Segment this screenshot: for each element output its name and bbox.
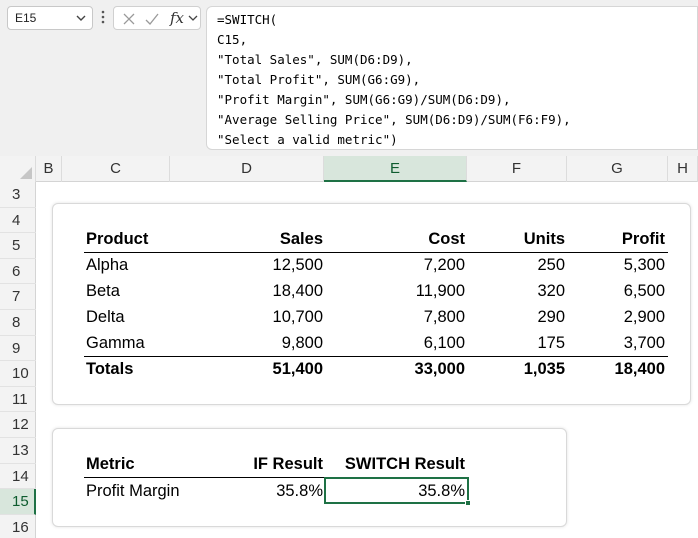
table-cell-cost: 6,100 — [423, 334, 465, 352]
table-cell-sales: 12,500 — [272, 256, 323, 274]
table-cell-profit: 3,700 — [623, 334, 665, 352]
formula-input[interactable]: =SWITCH( C15, "Total Sales", SUM(D6:D9), "T… — [206, 6, 698, 150]
row-header-6[interactable]: 6 — [0, 259, 36, 285]
table-cell-cost: 7,200 — [423, 256, 465, 274]
formula-text: =SWITCH( C15, "Total Sales", SUM(D6:D9), "T… — [217, 10, 571, 150]
if-result-value: 35.8% — [276, 482, 323, 500]
row-header-3[interactable]: 3 — [0, 182, 36, 208]
row-headers: 3 4 5 6 7 8 9 10 11 12 13 14 15 16 — [0, 182, 36, 538]
active-cell-e15[interactable] — [324, 477, 469, 504]
row-header-12[interactable]: 12 — [0, 412, 36, 438]
row-header-10[interactable]: 10 — [0, 361, 36, 387]
product-table-panel: Product Sales Cost Units Profit Alpha 12,… — [52, 203, 691, 405]
row-header-13[interactable]: 13 — [0, 438, 36, 464]
row-header-5[interactable]: 5 — [0, 233, 36, 259]
table-cell-profit: 2,900 — [623, 308, 665, 326]
column-header-c[interactable]: C — [62, 156, 170, 182]
column-header-e[interactable]: E — [324, 156, 467, 182]
formula-line: "Profit Margin", SUM(G6:G9)/SUM(D6:D9), — [217, 92, 511, 107]
header-product: Product — [86, 230, 149, 248]
insert-function-button[interactable]: fx — [170, 9, 184, 27]
totals-overline — [84, 356, 668, 357]
table-cell-units: 290 — [537, 308, 565, 326]
totals-sales: 51,400 — [272, 360, 323, 378]
table-cell-product: Beta — [86, 282, 120, 300]
column-header-h[interactable]: H — [668, 156, 698, 182]
column-header-d[interactable]: D — [170, 156, 324, 182]
formula-line: "Total Profit", SUM(G6:G9), — [217, 72, 421, 87]
chevron-down-icon[interactable] — [75, 11, 87, 25]
formula-line: "Total Sales", SUM(D6:D9), — [217, 52, 413, 67]
more-options-icon[interactable] — [100, 9, 106, 25]
column-header-f[interactable]: F — [467, 156, 567, 182]
table-cell-cost: 7,800 — [423, 308, 465, 326]
metric-name: Profit Margin — [86, 482, 180, 500]
name-box[interactable]: E15 — [7, 6, 93, 30]
formula-line: C15, — [217, 32, 248, 47]
totals-label: Totals — [86, 360, 134, 378]
name-box-value: E15 — [15, 11, 37, 25]
formula-line: "Select a valid metric") — [217, 132, 398, 147]
table-cell-sales: 18,400 — [272, 282, 323, 300]
totals-cost: 33,000 — [414, 360, 465, 378]
column-headers: BCDEFGH — [0, 156, 698, 182]
table-cell-product: Gamma — [86, 334, 145, 352]
formula-line: "Average Selling Price", SUM(D6:D9)/SUM(… — [217, 112, 571, 127]
header-underline — [84, 252, 668, 253]
table-cell-sales: 9,800 — [281, 334, 323, 352]
row-header-15[interactable]: 15 — [0, 489, 36, 515]
header-units: Units — [523, 230, 565, 248]
table-cell-units: 320 — [537, 282, 565, 300]
enter-check-icon[interactable] — [144, 11, 160, 27]
row-header-9[interactable]: 9 — [0, 336, 36, 362]
formula-buttons: fx — [113, 6, 201, 30]
formula-bar-area: E15 fx =SWITCH( C15, "Total Sales", SUM(D6… — [0, 0, 698, 156]
column-header-b[interactable]: B — [36, 156, 62, 182]
totals-profit: 18,400 — [614, 360, 665, 378]
table-cell-sales: 10,700 — [272, 308, 323, 326]
totals-units: 1,035 — [523, 360, 565, 378]
header-switch-result: SWITCH Result — [344, 455, 465, 473]
header-if-result: IF Result — [253, 455, 323, 473]
table-cell-product: Delta — [86, 308, 125, 326]
row-header-14[interactable]: 14 — [0, 464, 36, 490]
select-all-icon — [20, 167, 32, 179]
chevron-down-icon[interactable] — [188, 12, 198, 24]
row-header-7[interactable]: 7 — [0, 284, 36, 310]
row-header-8[interactable]: 8 — [0, 310, 36, 336]
worksheet-grid[interactable]: BCDEFGH 3 4 5 6 7 8 9 10 11 12 13 14 15 16 Product Sa… — [0, 156, 698, 538]
table-cell-units: 175 — [537, 334, 565, 352]
table-cell-product: Alpha — [86, 256, 129, 274]
table-cell-units: 250 — [537, 256, 565, 274]
row-header-4[interactable]: 4 — [0, 208, 36, 234]
cancel-icon[interactable] — [122, 11, 136, 27]
header-cost: Cost — [428, 230, 465, 248]
header-metric: Metric — [86, 455, 135, 473]
header-profit: Profit — [621, 230, 665, 248]
row-header-16[interactable]: 16 — [0, 515, 36, 538]
table-cell-profit: 6,500 — [623, 282, 665, 300]
fill-handle[interactable] — [465, 500, 471, 506]
table-cell-cost: 11,900 — [415, 282, 465, 300]
column-header-g[interactable]: G — [567, 156, 668, 182]
header-sales: Sales — [279, 230, 323, 248]
metric-table-panel: Metric IF Result SWITCH Result Profit Ma… — [52, 428, 567, 527]
formula-line: =SWITCH( — [217, 12, 278, 27]
row-header-11[interactable]: 11 — [0, 387, 36, 413]
table-cell-profit: 5,300 — [623, 256, 665, 274]
select-all-corner[interactable] — [0, 156, 36, 182]
